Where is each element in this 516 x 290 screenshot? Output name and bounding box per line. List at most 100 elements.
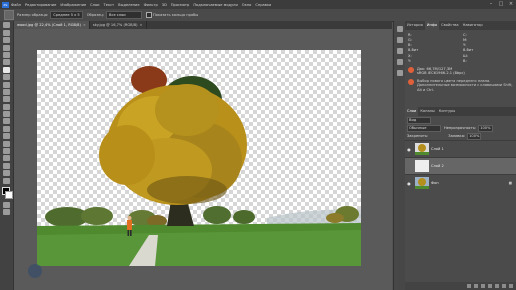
swatches-panel-icon[interactable] — [396, 70, 403, 76]
layer-filter-select[interactable]: Вид — [407, 116, 431, 124]
close-icon[interactable]: × — [506, 0, 516, 9]
layer-filter-row: Вид — [405, 116, 516, 124]
show-ring-checkbox[interactable] — [146, 12, 152, 18]
shape-tool-icon[interactable] — [3, 155, 10, 162]
info-x-label: X: — [408, 53, 412, 58]
zoom-tool-icon[interactable] — [3, 170, 10, 177]
tab-close-icon[interactable]: × — [83, 21, 86, 29]
menu-help[interactable]: Справка — [255, 3, 271, 7]
info-y2-label: Y: — [463, 42, 466, 47]
more-tools-icon[interactable] — [3, 177, 10, 184]
screen-mode-icon[interactable] — [3, 209, 10, 216]
layer-name[interactable]: Слой 1 — [431, 147, 444, 151]
minimize-icon[interactable]: – — [486, 0, 496, 9]
tab-wood[interactable]: wood.jpg @ 22,4% (Слой 1, RGB/8) × — [14, 21, 90, 29]
tab-info[interactable]: Инфо — [424, 21, 440, 30]
tab-properties[interactable]: Свойства — [439, 21, 461, 30]
maximize-icon[interactable]: □ — [496, 0, 506, 9]
lock-row: Закрепить: Заливка: 100% — [405, 132, 516, 140]
delete-layer-icon[interactable] — [509, 284, 513, 288]
menu-image[interactable]: Изображение — [60, 3, 86, 7]
layer-style-icon[interactable] — [474, 284, 478, 288]
tab-history[interactable]: История — [405, 21, 425, 30]
blur-tool-icon[interactable] — [3, 118, 10, 125]
new-group-icon[interactable] — [495, 284, 499, 288]
marquee-tool-icon[interactable] — [3, 29, 10, 36]
lasso-tool-icon[interactable] — [3, 37, 10, 44]
new-layer-icon[interactable] — [502, 284, 506, 288]
menu-3d[interactable]: 3D — [162, 3, 167, 7]
info-r-label: R: — [408, 32, 412, 37]
healing-brush-tool-icon[interactable] — [3, 74, 10, 81]
tab-sky[interactable]: sky.jpg @ 16,7% (RGB/8) × — [90, 21, 147, 29]
layer-row[interactable]: ● Фон ■ — [405, 174, 516, 191]
info-h-label: В: — [463, 58, 467, 63]
blend-mode-select[interactable]: Обычные — [407, 124, 441, 132]
eyedropper-tool-icon[interactable] — [3, 66, 10, 73]
menu-view[interactable]: Просмотр — [171, 3, 189, 7]
menu-plugins[interactable]: Подключаемые модули — [193, 3, 237, 7]
info-values: R: G: B: 8-бит X: Y: C: M: Y: 8-бит Ш: В… — [405, 30, 516, 65]
quick-select-tool-icon[interactable] — [3, 44, 10, 51]
tab-navigator[interactable]: Навигатор — [461, 21, 485, 30]
pen-tool-icon[interactable] — [3, 133, 10, 140]
quick-mask-icon[interactable] — [3, 201, 10, 208]
layer-name[interactable]: Фон — [431, 181, 439, 185]
visibility-eye-icon[interactable]: ● — [405, 181, 413, 186]
tree-photo — [37, 66, 361, 266]
opacity-input[interactable]: 100% — [478, 124, 493, 132]
info-b-label: B: — [408, 42, 412, 47]
add-mask-icon[interactable] — [481, 284, 485, 288]
document-canvas[interactable] — [37, 50, 361, 266]
eraser-tool-icon[interactable] — [3, 103, 10, 110]
info-c-label: C: — [463, 32, 467, 37]
menu-select[interactable]: Выделение — [118, 3, 139, 7]
link-layers-icon[interactable] — [467, 284, 471, 288]
layer-thumbnail — [415, 160, 429, 172]
info-bitdepth-right: 8-бит — [463, 48, 474, 52]
layer-name[interactable]: Слой 2 — [431, 164, 444, 168]
document-tabs: wood.jpg @ 22,4% (Слой 1, RGB/8) × sky.j… — [14, 21, 392, 29]
info-m-label: M: — [463, 37, 468, 42]
crop-tool-icon[interactable] — [3, 51, 10, 58]
brush-panel-icon[interactable] — [396, 37, 403, 43]
frame-tool-icon[interactable] — [3, 59, 10, 66]
dodge-tool-icon[interactable] — [3, 125, 10, 132]
paragraph-panel-icon[interactable] — [396, 59, 403, 65]
visibility-eye-icon[interactable]: ● — [405, 147, 413, 152]
menu-window[interactable]: Окно — [242, 3, 252, 7]
type-tool-icon[interactable] — [3, 140, 10, 147]
gradient-tool-icon[interactable] — [3, 111, 10, 118]
clone-stamp-tool-icon[interactable] — [3, 88, 10, 95]
fill-label: Заливка: — [448, 134, 466, 138]
path-select-tool-icon[interactable] — [3, 148, 10, 155]
sample-size-select[interactable]: Среднее 5 х 5 — [50, 11, 83, 19]
brush-tool-icon[interactable] — [3, 81, 10, 88]
app-logo-icon[interactable]: Ps — [2, 1, 9, 8]
tab-channels[interactable]: Каналы — [418, 107, 436, 116]
tab-sky-label: sky.jpg @ 16,7% (RGB/8) — [92, 23, 138, 27]
menu-edit[interactable]: Редактирование — [25, 3, 56, 7]
move-tool-icon[interactable] — [3, 22, 10, 29]
color-swatches — [0, 186, 13, 201]
background-color-swatch[interactable] — [5, 190, 13, 199]
menu-file[interactable]: Файл — [11, 3, 21, 7]
history-brush-tool-icon[interactable] — [3, 96, 10, 103]
fill-input[interactable]: 100% — [467, 132, 482, 140]
layer-row-selected[interactable]: Слой 2 — [405, 157, 516, 174]
menu-layers[interactable]: Слои — [90, 3, 99, 7]
info-bitdepth-left: 8-бит — [408, 48, 419, 52]
hand-tool-icon[interactable] — [3, 162, 10, 169]
eyedropper-preset-icon[interactable] — [4, 10, 14, 20]
tab-close-icon[interactable]: × — [140, 21, 143, 29]
tab-paths[interactable]: Контуры — [437, 107, 457, 116]
sample-select[interactable]: Все слои — [106, 11, 142, 19]
layer-row[interactable]: ● Слой 1 — [405, 140, 516, 157]
lock-icon: ■ — [508, 181, 512, 185]
history-panel-icon[interactable] — [396, 26, 403, 32]
menu-type[interactable]: Текст — [104, 3, 115, 7]
character-panel-icon[interactable] — [396, 48, 403, 54]
menu-filter[interactable]: Фильтр — [144, 3, 158, 7]
adjustment-layer-icon[interactable] — [488, 284, 492, 288]
tab-layers[interactable]: Слои — [405, 107, 419, 116]
